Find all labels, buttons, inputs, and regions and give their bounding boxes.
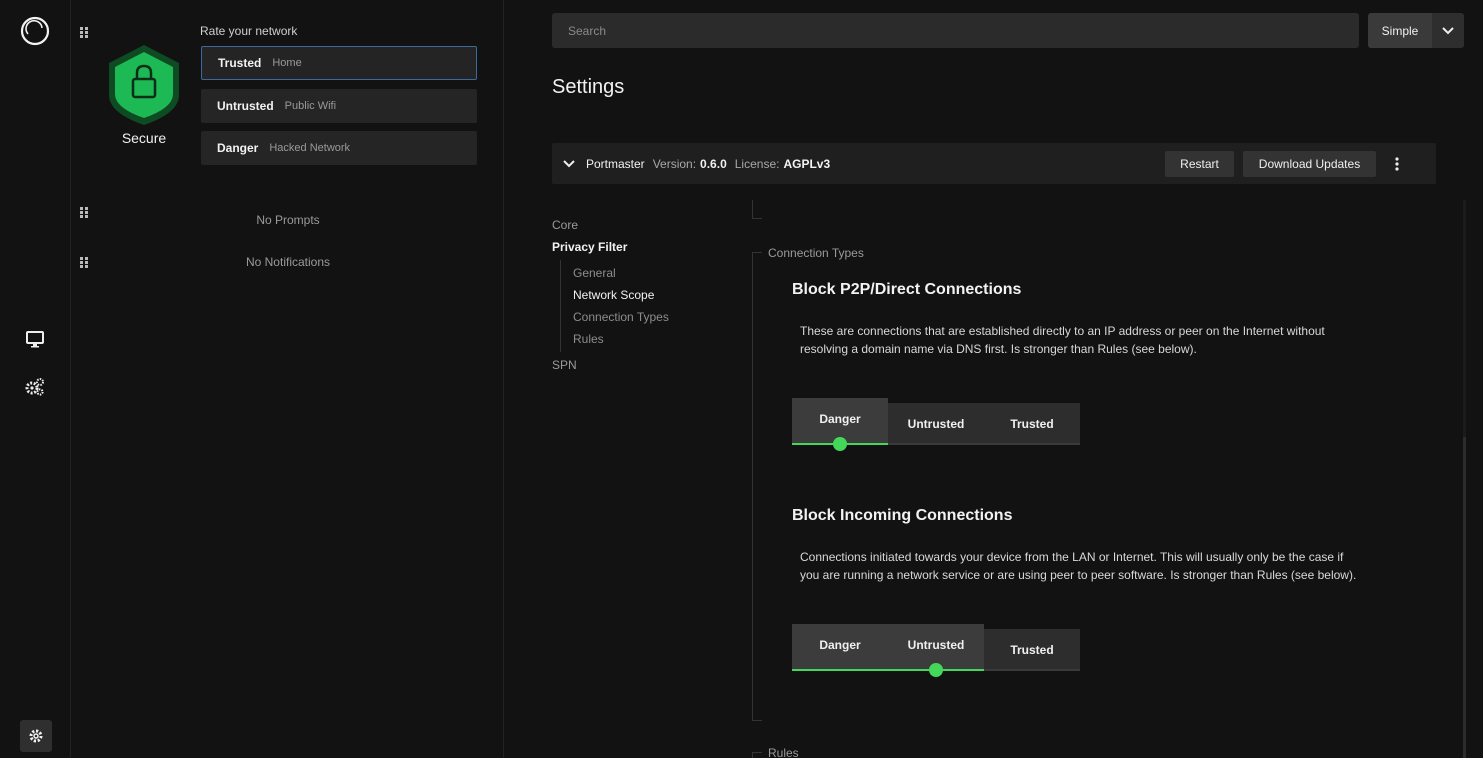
- app-info-bar: Portmaster Version: 0.6.0 License: AGPLv…: [552, 143, 1436, 184]
- toc-item-privacy-filter[interactable]: Privacy Filter: [552, 240, 627, 254]
- network-option-hint: Hacked Network: [269, 142, 351, 154]
- setting-title: Block Incoming Connections: [792, 507, 1013, 524]
- portmaster-logo-icon[interactable]: [20, 16, 50, 46]
- section-bracket: [752, 200, 762, 219]
- setting-description-line: Connections initiated towards your devic…: [800, 550, 1344, 564]
- scrollbar[interactable]: [1463, 200, 1466, 758]
- settings-main: Simple Settings Portmaster Version: 0.6.…: [505, 0, 1483, 758]
- settings-content: Connection Types Block P2P/Direct Connec…: [752, 200, 1462, 758]
- level-option-danger[interactable]: Danger: [792, 624, 888, 671]
- more-vertical-icon[interactable]: [1384, 151, 1410, 177]
- setting-description-line: resolving a domain name via DNS first. I…: [800, 342, 1197, 356]
- toc-item-connection-types[interactable]: Connection Types: [573, 310, 669, 324]
- section-bracket: [752, 752, 762, 758]
- settings-gear-button[interactable]: [20, 720, 52, 752]
- license-label: License:: [734, 156, 780, 171]
- page-title: Settings: [552, 76, 625, 98]
- setting-description: Connections initiated towards your devic…: [800, 548, 1360, 584]
- version-label: Version:: [652, 156, 697, 171]
- security-level-selector[interactable]: Danger Untrusted Trusted: [792, 624, 1080, 677]
- setting-title: Block P2P/Direct Connections: [792, 281, 1022, 298]
- notifications-empty-text: No Notifications: [245, 255, 331, 269]
- portmaster-app: Secure Rate your network Trusted Home Un…: [0, 0, 1483, 758]
- toc-item-general[interactable]: General: [573, 266, 616, 280]
- toc-item-core[interactable]: Core: [552, 218, 578, 232]
- rate-network-label: Rate your network: [200, 24, 298, 38]
- search-input[interactable]: [552, 13, 1359, 48]
- level-option-trusted[interactable]: Trusted: [984, 629, 1080, 671]
- level-option-untrusted[interactable]: Untrusted: [888, 403, 984, 445]
- network-option-name: Untrusted: [217, 99, 274, 113]
- toc-item-rules[interactable]: Rules: [573, 332, 604, 346]
- app-name: Portmaster: [586, 156, 645, 171]
- toc-divider: [560, 260, 561, 352]
- slider-fill: [792, 669, 984, 671]
- dashboard-side-panel: Secure Rate your network Trusted Home Un…: [72, 0, 504, 758]
- nav-rail: [0, 0, 71, 758]
- section-label-connection-types: Connection Types: [768, 246, 864, 260]
- level-option-trusted[interactable]: Trusted: [984, 403, 1080, 445]
- setting-description: These are connections that are establish…: [800, 322, 1360, 358]
- network-option-trusted[interactable]: Trusted Home: [201, 46, 477, 80]
- network-option-name: Trusted: [218, 56, 262, 70]
- setting-description-line: you are running a network service or are…: [800, 568, 1357, 582]
- mode-select[interactable]: Simple: [1368, 13, 1464, 48]
- network-option-untrusted[interactable]: Untrusted Public Wifi: [201, 89, 477, 123]
- network-option-hint: Home: [272, 57, 302, 69]
- setting-description-line: These are connections that are establish…: [800, 324, 1325, 338]
- secure-shield-icon: [105, 43, 183, 127]
- version-value: 0.6.0: [700, 156, 727, 171]
- chevron-down-icon[interactable]: [1432, 13, 1464, 48]
- settings-gear-icon: [29, 729, 43, 743]
- monitor-icon[interactable]: [24, 328, 46, 350]
- scrollbar-thumb[interactable]: [1463, 437, 1466, 758]
- restart-button[interactable]: Restart: [1165, 151, 1234, 177]
- toc-item-spn[interactable]: SPN: [552, 358, 577, 372]
- cogs-icon[interactable]: [24, 376, 46, 398]
- toc-item-network-scope[interactable]: Network Scope: [573, 288, 654, 302]
- network-option-hint: Public Wifi: [284, 100, 337, 112]
- collapse-chevron-icon[interactable]: [552, 159, 586, 168]
- section-label-rules: Rules: [768, 746, 799, 758]
- security-level-selector[interactable]: Danger Untrusted Trusted: [792, 398, 1080, 451]
- mode-select-value[interactable]: Simple: [1368, 13, 1432, 48]
- network-option-name: Danger: [217, 141, 259, 155]
- download-updates-button[interactable]: Download Updates: [1243, 151, 1376, 177]
- license-value: AGPLv3: [783, 156, 831, 171]
- slider-knob[interactable]: [833, 437, 847, 451]
- network-option-danger[interactable]: Danger Hacked Network: [201, 131, 477, 165]
- security-status-label: Secure: [121, 130, 167, 146]
- section-bracket: [752, 252, 762, 721]
- drag-handle-icon[interactable]: [80, 27, 90, 39]
- slider-knob[interactable]: [929, 663, 943, 677]
- prompts-empty-text: No Prompts: [256, 213, 320, 227]
